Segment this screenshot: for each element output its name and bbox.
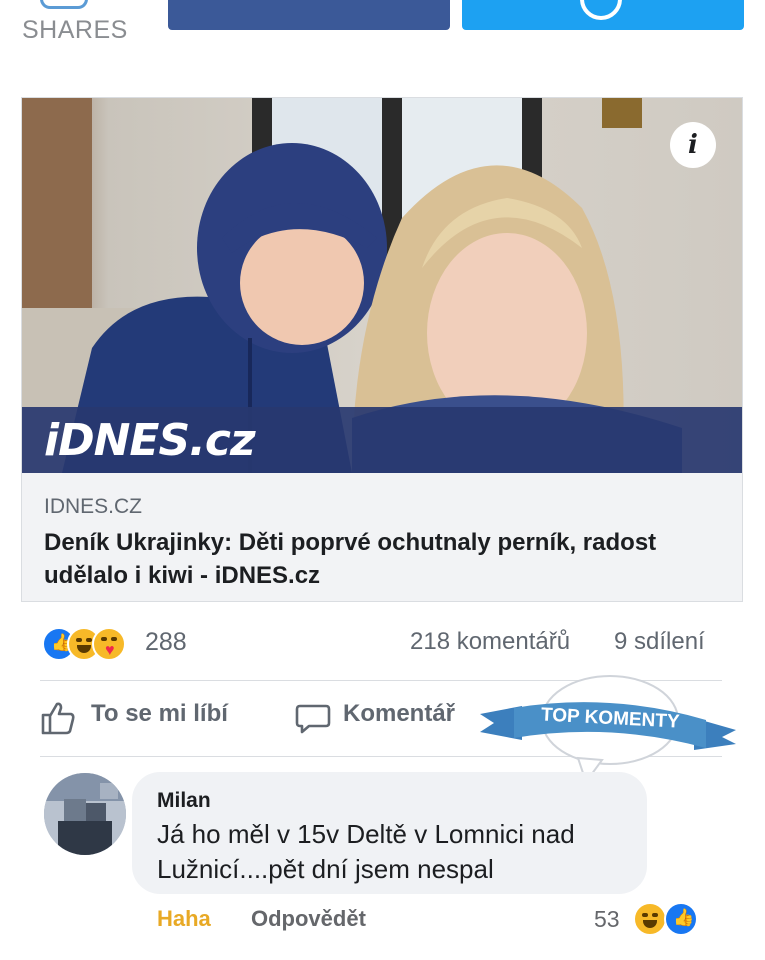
link-domain: IDNES.CZ xyxy=(44,495,143,518)
avatar[interactable] xyxy=(44,773,126,855)
comment-haha-button[interactable]: Haha xyxy=(157,906,211,932)
top-comments-badge: TOP KOMENTY xyxy=(478,670,738,785)
reaction-count[interactable]: 288 xyxy=(145,628,187,657)
twitter-share-button[interactable] xyxy=(462,0,744,30)
comment-text: Já ho měl v 15v Deltě v Lomnici nad Lužn… xyxy=(157,819,575,884)
comments-count[interactable]: 218 komentářů xyxy=(410,628,570,656)
link-headline[interactable]: Deník Ukrajinky: Děti poprvé ochutnaly p… xyxy=(44,526,704,592)
comment-author[interactable]: Milan xyxy=(157,789,211,813)
like-reaction-icon[interactable]: 👍 xyxy=(664,902,698,936)
thumbs-up-icon[interactable] xyxy=(40,700,76,736)
twitter-icon xyxy=(580,0,622,20)
facebook-share-button[interactable] xyxy=(168,0,450,30)
share-count-icon xyxy=(40,0,88,9)
comment-reply-button[interactable]: Odpovědět xyxy=(251,906,366,932)
haha-reaction-icon[interactable] xyxy=(633,902,667,936)
care-reaction-icon[interactable]: ♥ xyxy=(92,627,126,661)
shares-count[interactable]: 9 sdílení xyxy=(614,628,705,656)
info-icon[interactable]: i xyxy=(670,122,716,168)
idnes-logo: iDNES.cz xyxy=(44,415,256,466)
shares-label: SHARES xyxy=(22,16,128,44)
comment-reaction-count[interactable]: 53 xyxy=(594,906,620,933)
like-button[interactable]: To se mi líbí xyxy=(91,700,228,728)
comment-button[interactable]: Komentář xyxy=(343,700,455,728)
comment-icon[interactable] xyxy=(295,703,331,735)
